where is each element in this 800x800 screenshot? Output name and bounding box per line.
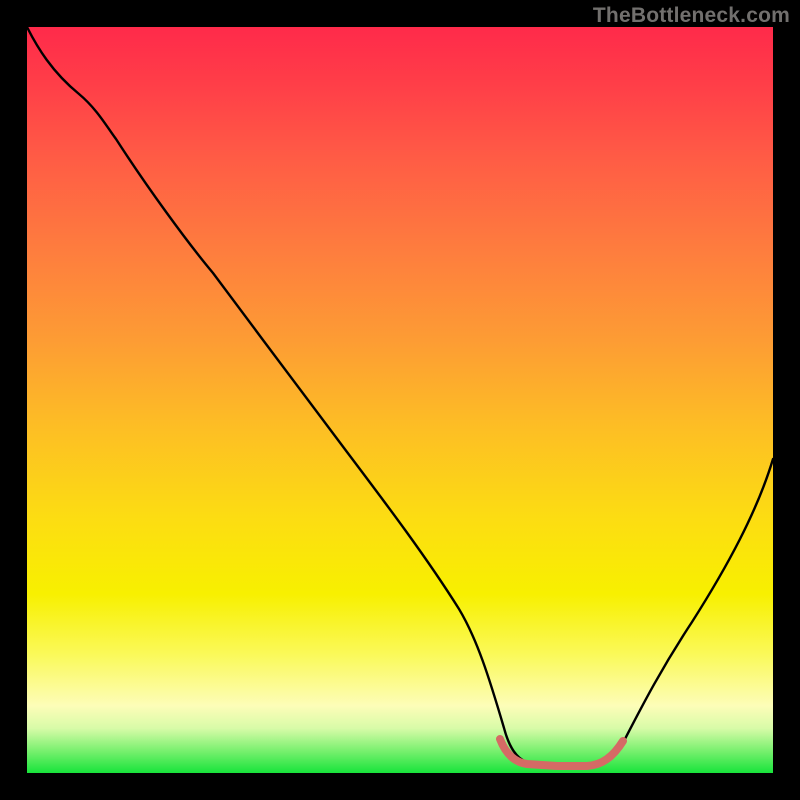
bottom-highlight-segment <box>500 739 623 766</box>
bottleneck-curve <box>27 27 773 773</box>
watermark-text: TheBottleneck.com <box>593 4 790 28</box>
chart-plot-area <box>27 27 773 773</box>
curve-path <box>27 27 773 765</box>
chart-frame: TheBottleneck.com <box>0 0 800 800</box>
